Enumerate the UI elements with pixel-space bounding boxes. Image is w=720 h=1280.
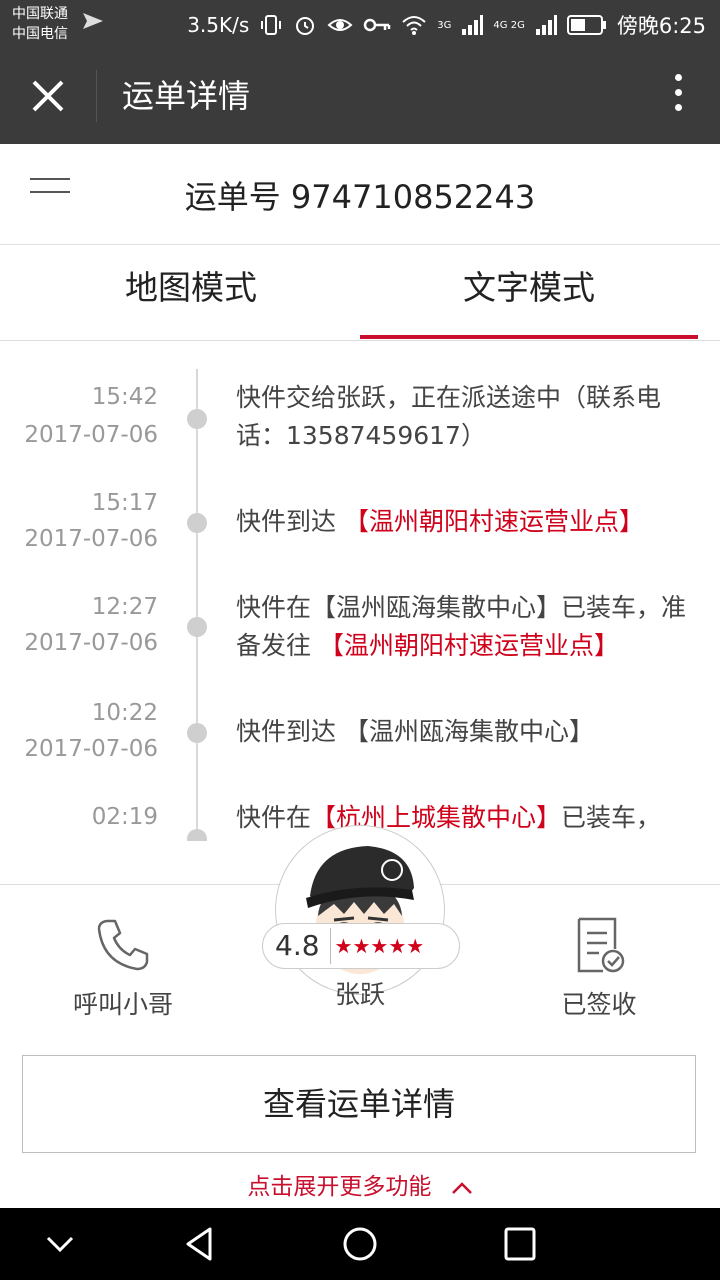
expand-label: 点击展开更多功能 — [247, 1174, 432, 1200]
avatar — [275, 825, 445, 995]
network-4g: 4G 2G — [493, 19, 525, 31]
timeline-dot — [187, 617, 207, 637]
event-date: 2017-07-06 — [24, 422, 158, 448]
event-date: 2017-07-06 — [24, 736, 158, 762]
event-time: 02:19 — [91, 804, 158, 830]
timeline-dot — [187, 513, 207, 533]
call-courier-button[interactable]: 呼叫小哥 — [38, 915, 208, 1021]
call-label: 呼叫小哥 — [72, 990, 173, 1019]
title-divider — [96, 70, 97, 122]
rating-score: 4.8 — [263, 928, 331, 964]
more-options-icon[interactable] — [668, 74, 688, 118]
event-time: 15:17 — [91, 490, 158, 516]
chevron-up-icon — [451, 1181, 472, 1194]
signed-document-icon — [577, 917, 625, 973]
carrier-2: 中国电信 — [12, 26, 68, 42]
timeline-dot — [187, 409, 207, 429]
event-description: 快件到达 【温州朝阳村速运营业点】 — [236, 503, 706, 541]
timeline-dot — [187, 829, 207, 841]
signed-label: 已签收 — [561, 990, 637, 1019]
event-text: 快件到达 【温州瓯海集散中心】 — [236, 717, 594, 746]
event-text: 快件到达 — [236, 507, 344, 536]
view-waybill-details-button[interactable]: 查看运单详情 — [22, 1055, 696, 1153]
clock: 傍晚6:25 — [616, 14, 706, 38]
active-tab-indicator — [360, 335, 698, 339]
courier-profile[interactable]: 4.8 ★★★★★ 张跃 — [250, 825, 470, 1025]
back-icon[interactable] — [180, 1226, 220, 1262]
event-time: 10:22 — [91, 700, 158, 726]
signal-icon-2 — [535, 15, 557, 35]
network-3g: 3G — [437, 19, 452, 31]
star-icon: ★ — [406, 934, 425, 958]
event-time: 15:42 — [91, 384, 158, 410]
star-icon: ★ — [334, 934, 353, 958]
expand-more-functions[interactable]: 点击展开更多功能 — [0, 1167, 720, 1201]
timeline-line — [196, 369, 198, 841]
alarm-icon — [296, 17, 315, 35]
event-date: 2017-07-06 — [24, 526, 158, 552]
waybill-header: 运单号 974710852243 — [0, 144, 720, 245]
key-icon — [364, 18, 391, 32]
star-icon: ★ — [370, 934, 389, 958]
carrier-1: 中国联通 — [12, 6, 68, 22]
location-arrow-icon — [83, 13, 103, 29]
rating-stars: ★★★★★ — [331, 934, 425, 958]
tab-map-mode[interactable]: 地图模式 — [22, 245, 360, 340]
eye-icon — [327, 19, 353, 31]
wifi-icon — [402, 16, 426, 35]
tab-text-mode[interactable]: 文字模式 — [360, 245, 698, 340]
courier-rating: 4.8 ★★★★★ — [262, 923, 460, 969]
event-description: 快件交给张跃，正在派送途中（联系电话：13587459617） — [236, 379, 706, 455]
page-title: 运单详情 — [122, 77, 251, 115]
signed-status-button[interactable]: 已签收 — [514, 915, 684, 1021]
event-location-highlight: 【温州朝阳村速运营业点】 — [318, 631, 619, 660]
tracking-timeline: 15:42 2017-07-06 快件交给张跃，正在派送途中（联系电话：1358… — [0, 341, 720, 841]
event-text: 已装车， — [561, 803, 662, 832]
event-time: 12:27 — [91, 594, 158, 620]
mode-tabs: 地图模式 文字模式 — [0, 245, 720, 341]
signal-icon — [462, 15, 484, 35]
network-speed: 3.5K/s — [187, 13, 250, 37]
star-icon: ★ — [388, 934, 407, 958]
waybill-number: 运单号 974710852243 — [184, 178, 536, 216]
phone-icon — [97, 919, 149, 971]
event-location-highlight: 【温州朝阳村速运营业点】 — [343, 507, 644, 536]
recent-apps-icon[interactable] — [500, 1226, 540, 1262]
courier-panel: 呼叫小哥 4.8 ★★★★★ 张跃 已签收 查看运单详情 点击展开更多功能 — [0, 825, 720, 1209]
title-bar: 运单详情 — [0, 48, 720, 144]
status-bar: 中国联通 中国电信 3.5K/s 3G 4G 2G 傍晚6:25 — [0, 0, 720, 48]
event-text: 快件交给张跃，正在派送途中（联系电话：13587459617） — [236, 383, 662, 450]
home-icon[interactable] — [340, 1226, 380, 1262]
vibrate-icon — [261, 15, 282, 35]
event-description: 快件到达 【温州瓯海集散中心】 — [236, 713, 706, 751]
timeline-dot — [187, 723, 207, 743]
courier-name: 张跃 — [334, 980, 385, 1009]
carrier-info: 中国联通 中国电信 — [12, 4, 68, 44]
battery-icon — [566, 15, 606, 35]
close-icon[interactable] — [24, 72, 72, 120]
event-description: 快件在【温州瓯海集散中心】已装车，准备发往 【温州朝阳村速运营业点】 — [236, 589, 706, 665]
star-icon: ★ — [352, 934, 371, 958]
system-nav-bar — [0, 1208, 720, 1280]
chevron-down-icon[interactable] — [40, 1226, 80, 1262]
event-date: 2017-07-06 — [24, 630, 158, 656]
